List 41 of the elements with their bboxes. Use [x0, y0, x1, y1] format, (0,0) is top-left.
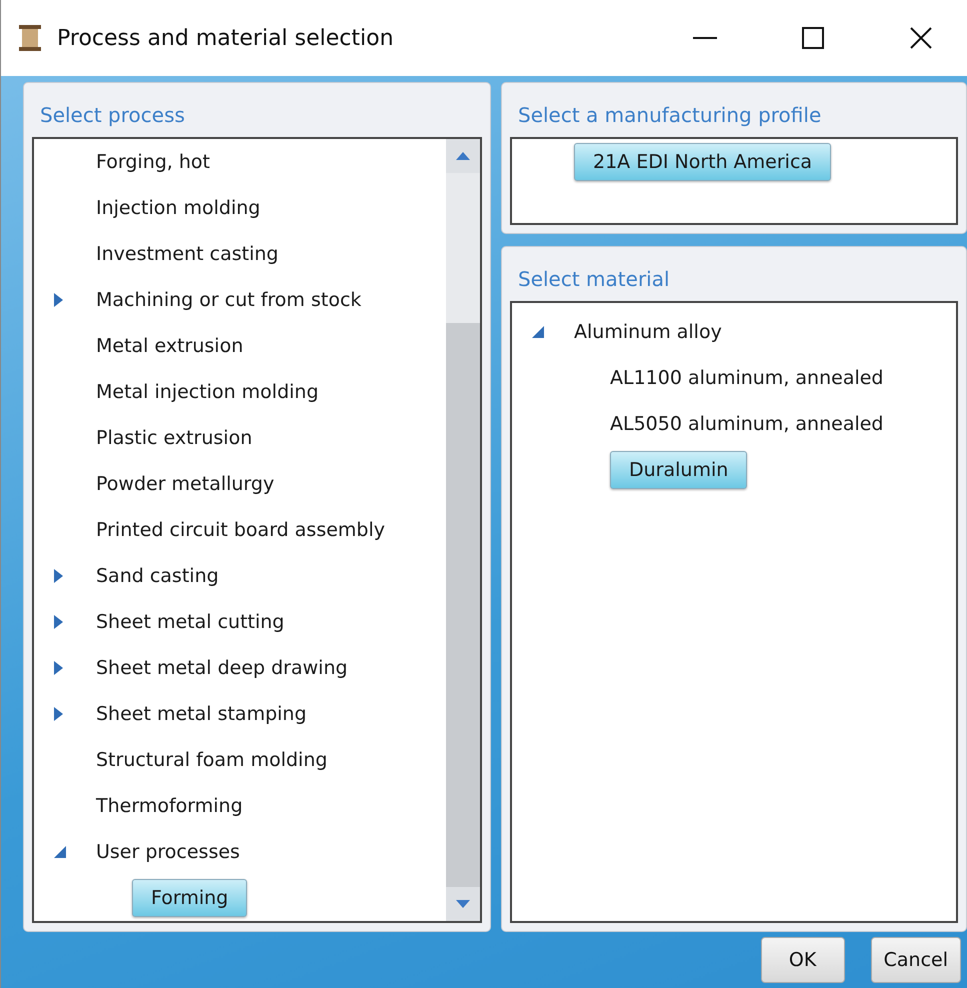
- window-title: Process and material selection: [57, 26, 395, 50]
- tree-item[interactable]: Powder metallurgy: [96, 473, 274, 495]
- tree-item[interactable]: Plastic extrusion: [96, 427, 252, 449]
- tree-item[interactable]: Injection molding: [96, 197, 260, 219]
- scrollbar[interactable]: [446, 139, 480, 921]
- panel-title: Select process: [40, 103, 186, 127]
- collapsed-arrow-icon[interactable]: [54, 293, 63, 307]
- cancel-button[interactable]: Cancel: [870, 937, 961, 983]
- collapsed-arrow-icon[interactable]: [54, 569, 63, 583]
- tree-item[interactable]: Sand casting: [96, 565, 219, 587]
- collapsed-arrow-icon[interactable]: [54, 707, 63, 721]
- maximize-icon[interactable]: [802, 27, 824, 49]
- tree-item[interactable]: Sheet metal cutting: [96, 611, 284, 633]
- tree-item[interactable]: Printed circuit board assembly: [96, 519, 385, 541]
- expanded-arrow-icon[interactable]: [532, 326, 544, 338]
- expanded-arrow-icon[interactable]: [54, 846, 66, 858]
- tree-item[interactable]: AL1100 aluminum, annealed: [610, 367, 884, 389]
- panel-title: Select a manufacturing profile: [518, 103, 822, 127]
- panel-title: Select material: [518, 267, 671, 291]
- tree-item[interactable]: Sheet metal deep drawing: [96, 657, 348, 679]
- tree-item[interactable]: User processes: [96, 841, 240, 863]
- tree-item[interactable]: Sheet metal stamping: [96, 703, 307, 725]
- ok-button[interactable]: OK: [760, 937, 845, 983]
- close-icon[interactable]: [910, 27, 932, 49]
- tree-item[interactable]: AL5050 aluminum, annealed: [610, 413, 884, 435]
- tree-item[interactable]: Thermoforming: [96, 795, 243, 817]
- tree-item[interactable]: Aluminum alloy: [574, 321, 722, 343]
- selected-tree-item[interactable]: 21A EDI North America: [574, 143, 832, 181]
- tree-item[interactable]: Structural foam molding: [96, 749, 328, 771]
- scroll-down-icon[interactable]: [456, 900, 470, 908]
- tree-item[interactable]: Forging, hot: [96, 151, 210, 173]
- tree-item[interactable]: Machining or cut from stock: [96, 289, 362, 311]
- tree-item[interactable]: Metal injection molding: [96, 381, 319, 403]
- selected-tree-item[interactable]: Forming: [132, 879, 248, 917]
- spool-icon: [19, 25, 41, 51]
- collapsed-arrow-icon[interactable]: [54, 615, 63, 629]
- tree-item[interactable]: Investment casting: [96, 243, 278, 265]
- scroll-up-icon[interactable]: [456, 152, 470, 160]
- tree-item[interactable]: Metal extrusion: [96, 335, 244, 357]
- selected-tree-item[interactable]: Duralumin: [610, 451, 748, 489]
- collapsed-arrow-icon[interactable]: [54, 661, 63, 675]
